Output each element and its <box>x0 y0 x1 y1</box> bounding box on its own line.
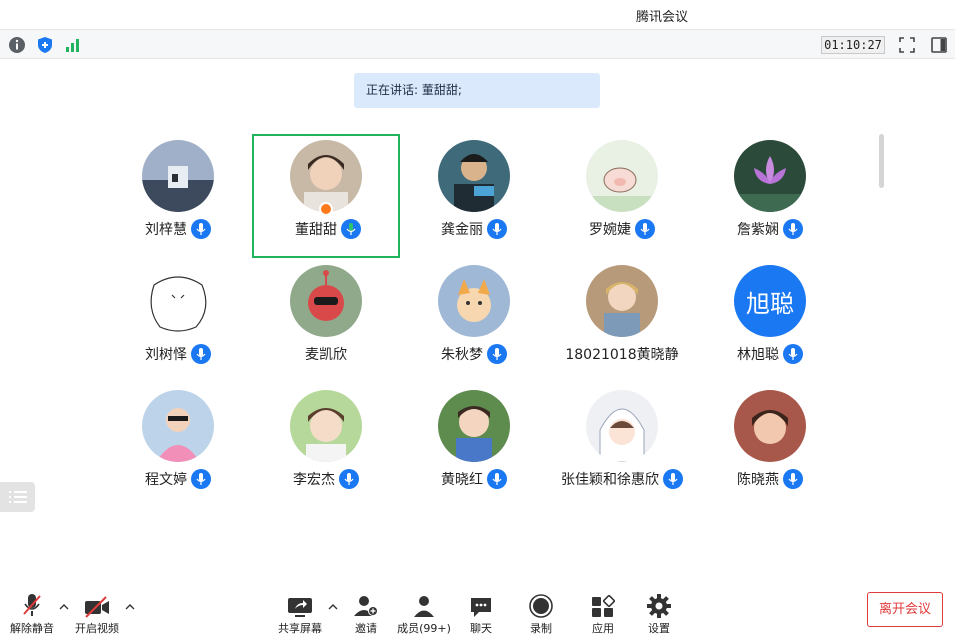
microphone-icon[interactable] <box>191 219 211 239</box>
chat-button[interactable]: 聊天 <box>462 590 500 636</box>
info-icon[interactable] <box>8 36 26 54</box>
microphone-icon[interactable] <box>487 469 507 489</box>
avatar <box>586 265 658 337</box>
meeting-info-bar: 01:10:27 <box>0 29 955 59</box>
microphone-icon[interactable] <box>663 469 683 489</box>
participant-name: 刘树怿 <box>145 347 187 363</box>
participant-tile[interactable]: 黄晓红 <box>400 384 548 508</box>
members-button[interactable]: 成员(99+) <box>394 590 454 636</box>
current-speaker-banner: 正在讲话: 董甜甜; <box>354 73 600 108</box>
participant-tile[interactable]: 詹紫娴 <box>696 134 844 258</box>
participant-name: 张佳颖和徐惠欣 <box>561 472 659 488</box>
share-screen-button[interactable]: 共享屏幕 <box>276 590 324 636</box>
microphone-icon[interactable] <box>191 344 211 364</box>
participant-name: 李宏杰 <box>293 472 335 488</box>
grid-scrollbar[interactable] <box>879 134 884 188</box>
title-bar: 腾讯会议 <box>0 0 955 29</box>
list-icon <box>8 491 27 503</box>
participant-tile[interactable]: 18021018黄晓静 <box>548 259 696 383</box>
participant-name: 18021018黄晓静 <box>565 347 679 363</box>
participant-name: 詹紫娴 <box>737 222 779 238</box>
record-icon <box>529 594 553 618</box>
bottom-toolbar: 解除静音 开启视频 共享屏幕 邀请 成员(99+) 聊天 录制 应用 设置 <box>0 580 955 637</box>
microphone-icon[interactable] <box>783 219 803 239</box>
window-title: 腾讯会议 <box>635 10 688 25</box>
avatar <box>734 390 806 462</box>
invite-button[interactable]: 邀请 <box>346 590 386 636</box>
participant-name: 董甜甜 <box>295 222 337 238</box>
participant-tile[interactable]: 朱秋梦 <box>400 259 548 383</box>
participant-tile[interactable]: 龚金丽 <box>400 134 548 258</box>
participant-name: 林旭聪 <box>737 347 779 363</box>
avatar-initials-text: 旭聪 <box>746 289 794 318</box>
microphone-icon[interactable] <box>783 344 803 364</box>
avatar <box>290 265 362 337</box>
camera-off-icon <box>85 596 109 618</box>
side-panel-icon[interactable] <box>930 36 948 54</box>
shield-icon[interactable] <box>36 36 54 54</box>
avatar <box>290 390 362 462</box>
chevron-up-icon[interactable] <box>328 602 338 612</box>
participant-tile[interactable]: 程文婷 <box>104 384 252 508</box>
add-user-icon <box>354 596 378 616</box>
participant-name: 朱秋梦 <box>441 347 483 363</box>
avatar <box>142 140 214 212</box>
participant-name: 龚金丽 <box>441 222 483 238</box>
avatar <box>586 390 658 462</box>
record-button[interactable]: 录制 <box>522 590 560 636</box>
avatar <box>142 265 214 337</box>
participant-tile-active-speaker[interactable]: 董甜甜 <box>252 134 400 258</box>
avatar <box>438 265 510 337</box>
participant-name: 刘梓慧 <box>145 222 187 238</box>
unmute-button[interactable]: 解除静音 <box>8 590 56 636</box>
microphone-speaking-icon[interactable] <box>341 219 361 239</box>
participant-tile[interactable]: 旭聪 林旭聪 <box>696 259 844 383</box>
fullscreen-icon[interactable] <box>898 36 916 54</box>
participant-tile[interactable]: 李宏杰 <box>252 384 400 508</box>
list-view-toggle[interactable] <box>0 482 35 512</box>
microphone-icon[interactable] <box>487 219 507 239</box>
microphone-icon[interactable] <box>635 219 655 239</box>
avatar <box>586 140 658 212</box>
microphone-icon[interactable] <box>339 469 359 489</box>
microphone-icon[interactable] <box>783 469 803 489</box>
participant-tile[interactable]: 刘树怿 <box>104 259 252 383</box>
chevron-up-icon[interactable] <box>125 602 135 612</box>
participant-tile[interactable]: 陈晓燕 <box>696 384 844 508</box>
apps-button[interactable]: 应用 <box>584 590 622 636</box>
leave-meeting-button[interactable]: 离开会议 <box>867 592 943 627</box>
share-screen-icon <box>288 598 312 617</box>
avatar <box>734 140 806 212</box>
participant-name: 罗婉婕 <box>589 222 631 238</box>
avatar-initials: 旭聪 <box>734 265 806 337</box>
microphone-icon[interactable] <box>191 469 211 489</box>
chevron-up-icon[interactable] <box>59 602 69 612</box>
meeting-timer: 01:10:27 <box>821 36 885 54</box>
participant-name: 程文婷 <box>145 472 187 488</box>
avatar <box>438 390 510 462</box>
participant-tile[interactable]: 罗婉婕 <box>548 134 696 258</box>
participant-tile[interactable]: 麦凯欣 <box>252 259 400 383</box>
apps-icon <box>592 594 615 617</box>
participant-name: 陈晓燕 <box>737 472 779 488</box>
host-badge-icon <box>319 202 333 216</box>
avatar <box>142 390 214 462</box>
gear-icon <box>647 594 671 618</box>
microphone-muted-icon <box>23 594 41 616</box>
participant-tile[interactable]: 张佳颖和徐惠欣 <box>548 384 696 508</box>
chat-icon <box>471 598 491 617</box>
avatar <box>438 140 510 212</box>
participant-tile[interactable]: 刘梓慧 <box>104 134 252 258</box>
user-icon <box>414 596 434 617</box>
participant-name: 黄晓红 <box>441 472 483 488</box>
start-video-button[interactable]: 开启视频 <box>72 590 122 636</box>
settings-button[interactable]: 设置 <box>640 590 678 636</box>
signal-strength-icon[interactable] <box>64 36 82 54</box>
participant-name: 麦凯欣 <box>305 347 347 363</box>
microphone-icon[interactable] <box>487 344 507 364</box>
